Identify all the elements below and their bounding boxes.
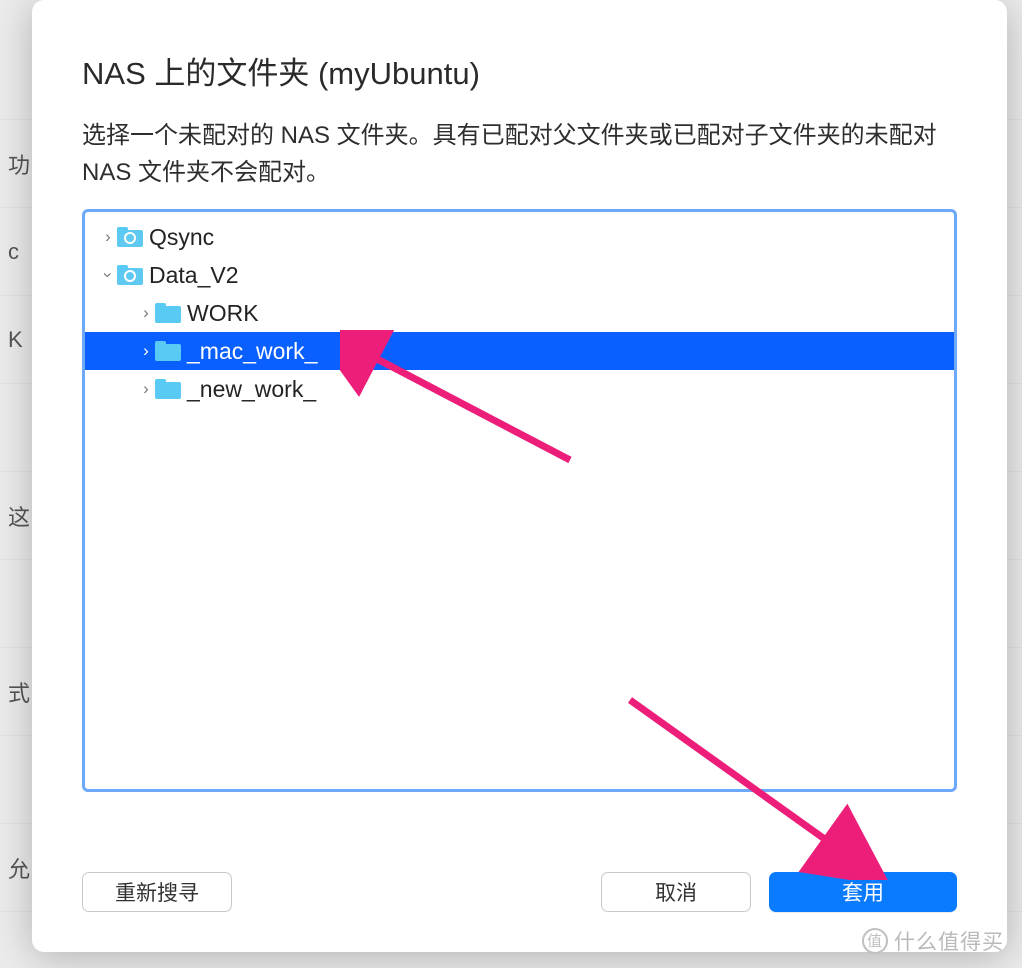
chevron-right-icon: › bbox=[99, 227, 117, 247]
folder-icon bbox=[117, 227, 143, 247]
dialog-description: 选择一个未配对的 NAS 文件夹。具有已配对父文件夹或已配对子文件夹的未配对 N… bbox=[82, 117, 957, 191]
chevron-right-icon: › bbox=[137, 303, 155, 323]
tree-item-label: _mac_work_ bbox=[187, 338, 317, 365]
folder-icon bbox=[155, 303, 181, 323]
tree-item-label: Qsync bbox=[149, 224, 214, 251]
folder-tree[interactable]: › Qsync › Data_V2 › WORK › _mac_work_ › bbox=[82, 209, 957, 792]
tree-item-label: _new_work_ bbox=[187, 376, 316, 403]
dialog-buttons: 重新搜寻 取消 套用 bbox=[82, 872, 957, 912]
cancel-button[interactable]: 取消 bbox=[601, 872, 751, 912]
watermark-text: 什么值得买 bbox=[894, 926, 1004, 956]
tree-item-data-v2[interactable]: › Data_V2 bbox=[85, 256, 954, 294]
folder-icon bbox=[155, 341, 181, 361]
chevron-down-icon: › bbox=[98, 266, 118, 284]
tree-item-label: WORK bbox=[187, 300, 259, 327]
tree-item-qsync[interactable]: › Qsync bbox=[85, 218, 954, 256]
tree-item-new-work[interactable]: › _new_work_ bbox=[85, 370, 954, 408]
tree-item-label: Data_V2 bbox=[149, 262, 239, 289]
chevron-right-icon: › bbox=[137, 379, 155, 399]
chevron-right-icon: › bbox=[137, 341, 155, 361]
folder-icon bbox=[155, 379, 181, 399]
folder-icon bbox=[117, 265, 143, 285]
folder-picker-dialog: NAS 上的文件夹 (myUbuntu) 选择一个未配对的 NAS 文件夹。具有… bbox=[32, 0, 1007, 952]
refresh-button[interactable]: 重新搜寻 bbox=[82, 872, 232, 912]
tree-item-mac-work[interactable]: › _mac_work_ bbox=[85, 332, 954, 370]
watermark: 什么值得买 bbox=[862, 926, 1004, 956]
dialog-title: NAS 上的文件夹 (myUbuntu) bbox=[82, 48, 957, 93]
tree-item-work[interactable]: › WORK bbox=[85, 294, 954, 332]
apply-button[interactable]: 套用 bbox=[769, 872, 957, 912]
watermark-icon bbox=[862, 928, 888, 954]
